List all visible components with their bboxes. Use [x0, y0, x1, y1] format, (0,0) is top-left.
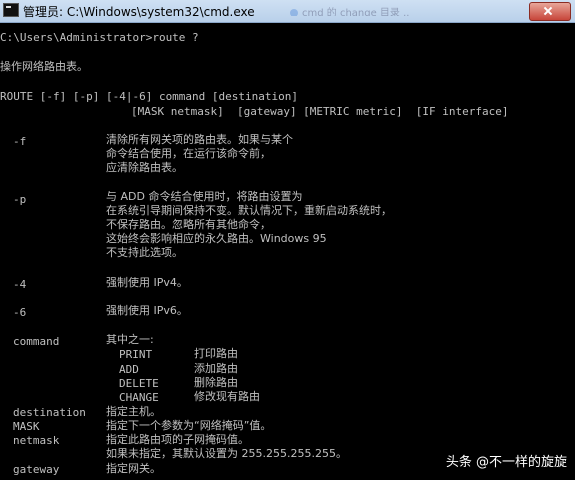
source-watermark: 头条 @不一样的旋旋	[445, 455, 567, 470]
param-flag: gateway	[13, 463, 60, 476]
command-name: CHANGE	[119, 391, 159, 404]
option-desc-line: 与 ADD 命令结合使用时，将路由设置为	[106, 190, 303, 203]
command-desc: 打印路由	[194, 347, 238, 360]
param-flag: MASK	[13, 420, 40, 433]
option-flag: command	[13, 335, 60, 348]
console-output[interactable]: C:\Users\Administrator>route ? 操作网络路由表。 …	[0, 23, 575, 480]
browser-icon	[290, 9, 298, 16]
cmd-app-icon	[3, 3, 19, 17]
command-intro: 其中之一:	[106, 333, 154, 346]
command-name: PRINT	[119, 348, 153, 361]
option-desc-line: 强制使用 IPv4。	[106, 276, 188, 289]
param-flag: netmask	[13, 434, 60, 447]
option-flag: -4	[13, 278, 27, 291]
title-bar: 管理员: C:\Windows\system32\cmd.exe cmd 的 c…	[0, 0, 575, 23]
usage-line-2: [MASK netmask] [gateway] [METRIC metric]…	[131, 105, 509, 118]
option-desc-line: 应清除路由表。	[106, 161, 183, 174]
command-desc: 删除路由	[194, 376, 238, 389]
command-desc: 添加路由	[194, 362, 238, 375]
option-flag: -f	[13, 135, 27, 148]
prompt-line: C:\Users\Administrator>route ?	[0, 31, 199, 44]
command-name: ADD	[119, 363, 139, 376]
param-desc: 指定网关。	[106, 462, 161, 475]
option-desc-line: 不支持此选项。	[106, 246, 183, 259]
background-tab-ghost: cmd 的 change 目录 ...	[290, 4, 410, 16]
param-desc: 如果未指定，其默认设置为 255.255.255.255。	[106, 447, 347, 460]
option-desc-line: 这始终会影响相应的永久路由。Windows 95	[106, 232, 327, 245]
route-description: 操作网络路由表。	[0, 60, 88, 73]
option-flag: -p	[13, 193, 27, 206]
param-desc: 指定主机。	[106, 405, 161, 418]
option-desc-line: 清除所有网关项的路由表。如果与某个	[106, 133, 293, 146]
param-desc: 指定下一个参数为“网络掩码”值。	[106, 419, 272, 432]
param-flag: destination	[13, 406, 86, 419]
command-desc: 修改现有路由	[194, 390, 260, 403]
option-flag: -6	[13, 306, 27, 319]
usage-line-1: ROUTE [-f] [-p] [-4|-6] command [destina…	[0, 90, 299, 103]
option-desc-line: 强制使用 IPv6。	[106, 304, 188, 317]
close-button[interactable]	[529, 2, 571, 21]
option-desc-line: 在系统引导期间保持不变。默认情况下，重新启动系统时，	[106, 204, 392, 217]
command-name: DELETE	[119, 377, 159, 390]
param-desc: 指定此路由项的子网掩码值。	[106, 433, 249, 446]
option-desc-line: 不保存路由。忽略所有其他命令，	[106, 218, 271, 231]
option-desc-line: 命令结合使用，在运行该命令前，	[106, 147, 271, 160]
ghost-tab-label: cmd 的 change 目录 ...	[302, 8, 410, 16]
window-title: 管理员: C:\Windows\system32\cmd.exe	[23, 5, 255, 19]
